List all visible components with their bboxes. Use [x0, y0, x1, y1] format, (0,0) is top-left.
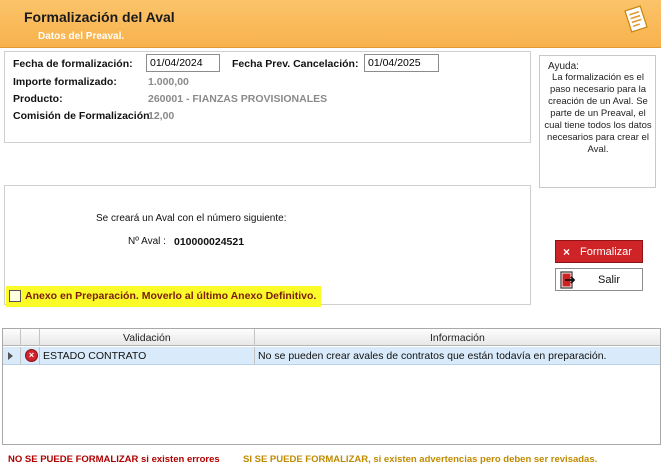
error-icon: × [25, 349, 38, 362]
formalizar-button[interactable]: × Formalizar [555, 240, 643, 263]
exit-door-icon [560, 271, 576, 289]
salir-button-label: Salir [598, 274, 621, 286]
producto-value: 260001 - FIANZAS PROVISIONALES [148, 93, 328, 105]
page-title: Formalización del Aval [24, 9, 175, 25]
aval-number-label: Nº Aval : [128, 236, 166, 247]
aval-number-value: 010000024521 [174, 236, 245, 248]
producto-label: Producto: [13, 93, 63, 105]
help-text: La formalización es el paso necesario pa… [544, 72, 652, 155]
footer-warning-note: SI SE PUEDE FORMALIZAR, si existen adver… [243, 454, 598, 465]
help-title: Ayuda: [548, 61, 579, 72]
comision-label: Comisión de Formalización: [13, 110, 154, 122]
validation-grid: Validación Información × ESTADO CONTRATO… [2, 328, 661, 445]
anexo-label: Anexo en Preparación. Moverlo al último … [25, 290, 317, 302]
footer-error-note: NO SE PUEDE FORMALIZAR si existen errore… [8, 454, 220, 465]
grid-header: Validación Información [3, 329, 660, 346]
comision-value: 12,00 [148, 110, 175, 122]
formalizar-button-label: Formalizar [580, 246, 632, 258]
column-header-informacion[interactable]: Información [430, 332, 485, 344]
header-bar: Formalización del Aval Datos del Preaval… [0, 0, 661, 48]
importe-value: 1.000,00 [148, 76, 189, 88]
importe-label: Importe formalizado: [13, 76, 117, 88]
table-row[interactable]: × ESTADO CONTRATO No se pueden crear ava… [3, 347, 660, 365]
column-header-validacion[interactable]: Validación [123, 332, 171, 344]
row-validacion: ESTADO CONTRATO [43, 350, 147, 362]
row-indicator-icon [8, 352, 13, 360]
fecha-formalizacion-input[interactable] [146, 54, 220, 72]
page-subtitle: Datos del Preaval. [38, 31, 125, 42]
fecha-formalizacion-label: Fecha de formalización: [13, 58, 133, 70]
close-icon: × [563, 245, 571, 259]
row-informacion: No se pueden crear avales de contratos q… [258, 350, 607, 362]
fecha-cancelacion-label: Fecha Prev. Cancelación: [232, 58, 359, 70]
document-icon [624, 5, 648, 33]
anexo-option[interactable]: Anexo en Preparación. Moverlo al último … [6, 286, 321, 307]
aval-message: Se creará un Aval con el número siguient… [96, 213, 287, 224]
fecha-cancelacion-input[interactable] [364, 54, 439, 72]
anexo-checkbox[interactable] [9, 290, 21, 302]
salir-button[interactable]: Salir [555, 268, 643, 291]
